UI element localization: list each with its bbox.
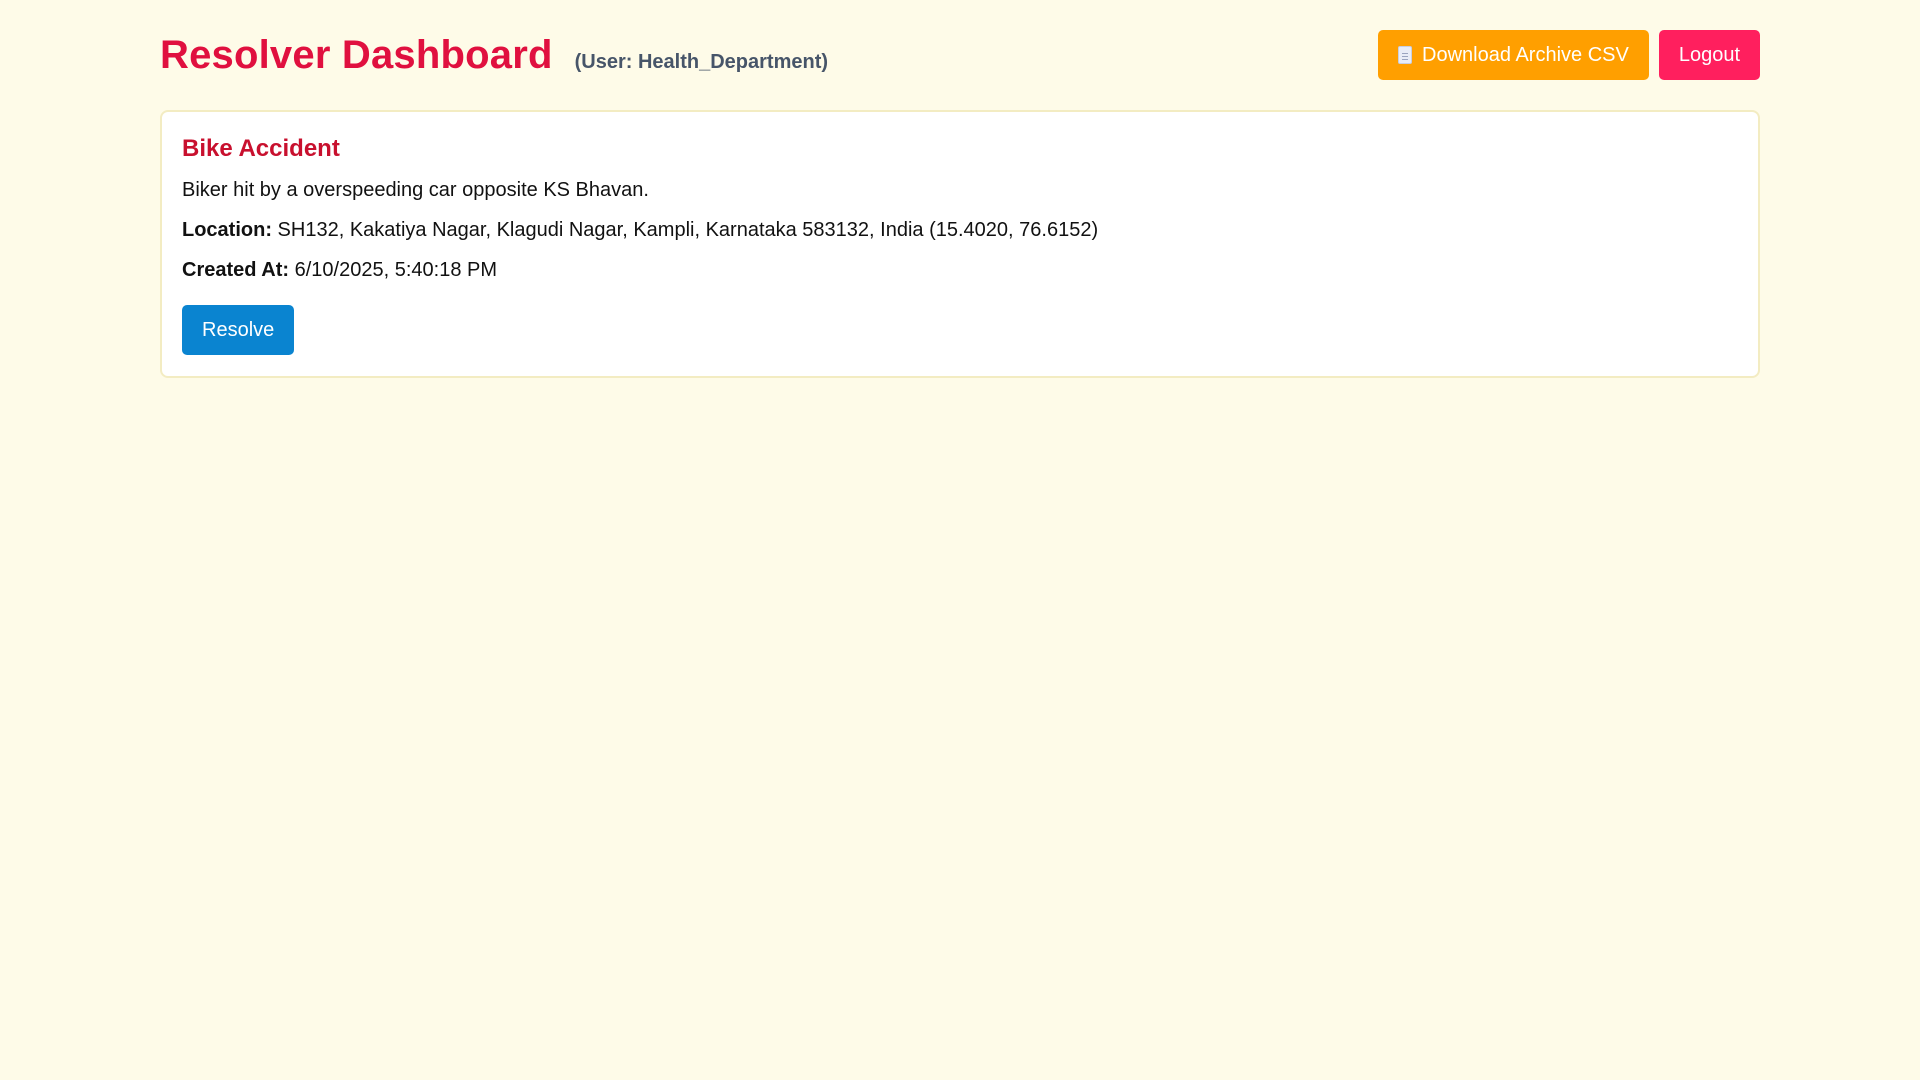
incident-card: Bike Accident Biker hit by a overspeedin… [160,110,1760,378]
incident-title: Bike Accident [182,135,340,162]
incident-location: Location: SH132, Kakatiya Nagar, Klagudi… [182,217,1738,243]
header-actions: Download Archive CSV Logout [1378,30,1760,80]
resolve-button[interactable]: Resolve [182,305,295,355]
title-group: Resolver Dashboard (User: Health_Departm… [160,33,828,78]
incident-created-at: Created At: 6/10/2025, 5:40:18 PM [182,257,1738,283]
created-at-value: 6/10/2025, 5:40:18 PM [289,259,497,281]
location-value: SH132, Kakatiya Nagar, Klagudi Nagar, Ka… [272,219,1099,241]
created-at-label: Created At: [182,259,290,281]
page-title: Resolver Dashboard [160,32,553,77]
document-icon [1398,46,1413,64]
incident-description: Biker hit by a overspeeding car opposite… [182,179,649,201]
location-label: Location: [182,219,272,241]
logout-button[interactable]: Logout [1658,30,1760,80]
download-archive-csv-button[interactable]: Download Archive CSV [1378,30,1649,80]
user-label: (User: Health_Department) [574,50,829,73]
download-button-label: Download Archive CSV [1422,43,1629,66]
header: Resolver Dashboard (User: Health_Departm… [160,30,1760,80]
dashboard-page: Resolver Dashboard (User: Health_Departm… [160,0,1760,378]
